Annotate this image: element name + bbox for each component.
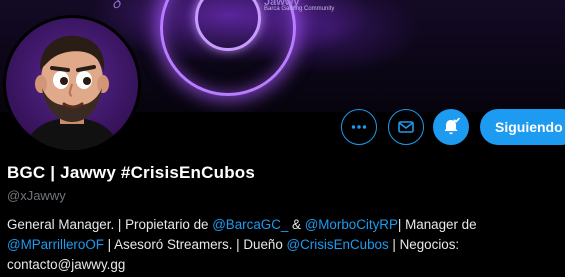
banner-logo-icon: ꝺ (112, 0, 121, 12)
cartoon-avatar-icon (6, 18, 138, 150)
bio-text: General Manager. | Propietario de (7, 217, 213, 232)
mail-icon (398, 121, 414, 133)
profile-bio: General Manager. | Propietario de @Barca… (7, 215, 562, 275)
banner-subtitle: Barca Gaming Community (264, 6, 335, 12)
more-button[interactable] (341, 109, 377, 145)
bio-text: contacto@jawwy.gg (7, 257, 126, 272)
message-button[interactable] (388, 109, 424, 145)
bio-text: | Negocios: (388, 237, 460, 252)
display-name: BGC | Jawwy #CrisisEnCubos (7, 163, 256, 182)
banner-emblem (160, 0, 296, 96)
bell-check-icon (444, 117, 460, 135)
mention-link[interactable]: @BarcaGC_ (212, 217, 288, 232)
more-icon (351, 125, 367, 129)
bio-text: | Asesoró Streamers. | Dueño (103, 237, 287, 252)
bio-text: | Manager de (397, 217, 477, 232)
bio-text: & (288, 217, 305, 232)
mention-link[interactable]: @MParrilleroOF (7, 237, 104, 252)
mention-link[interactable]: @CrisisEnCubos (287, 237, 389, 252)
avatar[interactable] (3, 15, 141, 153)
mention-link[interactable]: @MorboCityRP (305, 217, 398, 232)
notifications-button[interactable] (433, 109, 469, 145)
following-button[interactable]: Siguiendo (480, 109, 565, 145)
user-handle: @xJawwy (7, 188, 66, 203)
